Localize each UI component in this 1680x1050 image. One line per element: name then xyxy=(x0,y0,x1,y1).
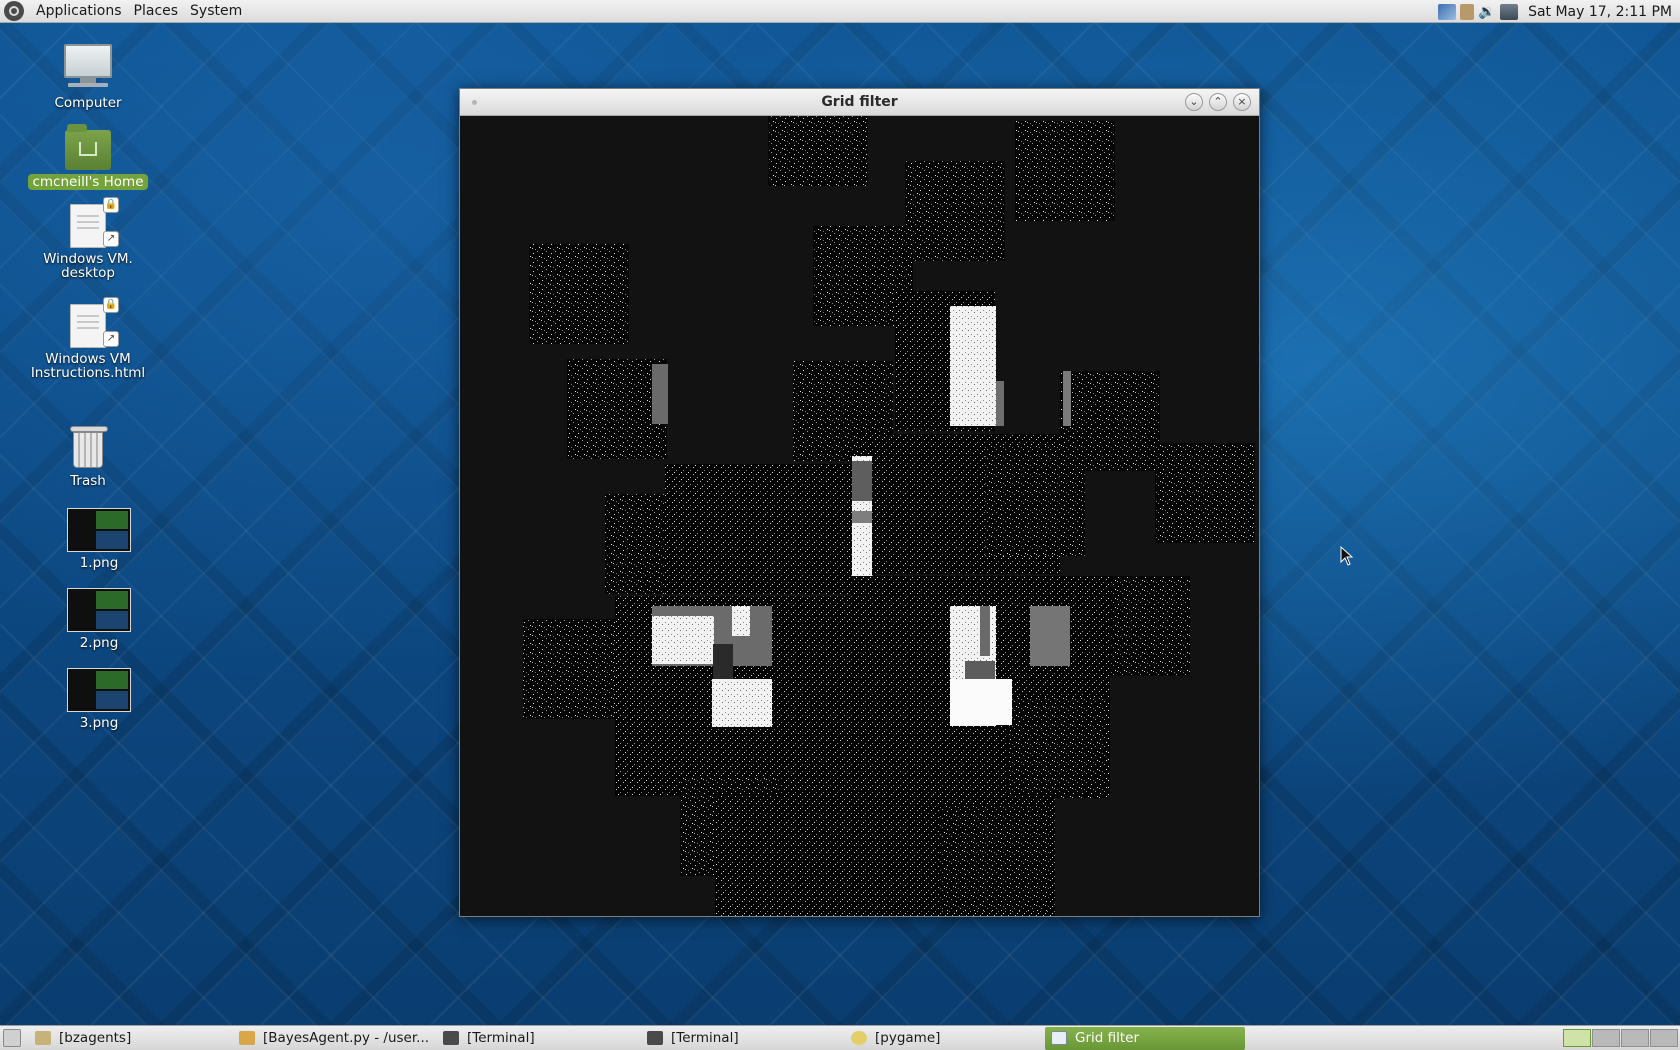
minimize-button[interactable]: ⌄ xyxy=(1185,93,1203,111)
document-icon: 🔒 ↗ xyxy=(70,197,119,248)
image-thumbnail-icon xyxy=(67,668,131,712)
workspace-2[interactable] xyxy=(1592,1029,1620,1047)
taskbar-item-bzagents[interactable]: [bzagents] xyxy=(29,1027,229,1050)
python-icon xyxy=(851,1031,867,1045)
terminal-icon xyxy=(647,1031,663,1045)
clipboard-icon[interactable] xyxy=(1460,3,1475,20)
desktop-icon-trash[interactable]: Trash xyxy=(28,426,148,488)
computer-icon xyxy=(63,44,113,92)
symlink-icon: ↗ xyxy=(103,231,119,247)
grid-visualization xyxy=(523,116,1255,916)
desktop-icon-label-line2: Instructions.html xyxy=(30,365,146,381)
document-icon: 🔒 ↗ xyxy=(70,297,119,348)
home-folder-icon xyxy=(65,124,111,170)
grid-canvas[interactable] xyxy=(460,116,1259,916)
image-thumbnail-icon xyxy=(67,508,131,552)
bottom-panel: [bzagents] [BayesAgent.py - /user... [Te… xyxy=(0,1025,1680,1050)
desktop-icon-home[interactable]: cmcneill's Home xyxy=(28,124,148,190)
taskbar-item-terminal-1[interactable]: [Terminal] xyxy=(437,1027,637,1050)
desktop-icon-label: 1.png xyxy=(79,555,119,571)
workspace-3[interactable] xyxy=(1621,1029,1649,1047)
desktop-icon-label: 3.png xyxy=(79,715,119,731)
menu-applications[interactable]: Applications xyxy=(30,3,128,19)
desktop-icon-computer[interactable]: Computer xyxy=(28,44,148,110)
window-icon xyxy=(1051,1031,1067,1045)
network-wired-icon[interactable] xyxy=(1500,3,1519,20)
taskbar-item-pygame[interactable]: [pygame] xyxy=(845,1027,1041,1050)
show-desktop-icon[interactable] xyxy=(3,1029,21,1047)
clock[interactable]: Sat May 17, 2:11 PM xyxy=(1522,4,1680,20)
taskbar-item-label: [bzagents] xyxy=(59,1030,132,1046)
desktop-icon-label-line1: Windows VM. xyxy=(43,251,133,267)
desktop-icon-2png[interactable]: 2.png xyxy=(39,588,159,650)
top-panel: Applications Places System 🔉 Sat May 17,… xyxy=(0,0,1680,23)
desktop-icon-label-line2: desktop xyxy=(61,265,115,281)
folder-icon xyxy=(35,1031,51,1045)
desktop-icon-windows-vm-instructions[interactable]: 🔒 ↗ Windows VM Instructions.html xyxy=(28,297,148,381)
desktop-icon-label: Computer xyxy=(54,95,122,111)
desktop-icon-label: cmcneill's Home xyxy=(28,174,148,190)
network-manager-icon[interactable] xyxy=(1438,3,1457,20)
grid-filter-window[interactable]: Grid filter ⌄ ⌃ × xyxy=(459,88,1260,917)
mouse-pointer-icon xyxy=(1340,546,1354,566)
desktop-icon-1png[interactable]: 1.png xyxy=(39,508,159,570)
desktop-icon-3png[interactable]: 3.png xyxy=(39,668,159,730)
taskbar-item-label: [BayesAgent.py - /user... xyxy=(263,1030,430,1046)
window-title: Grid filter xyxy=(821,94,898,110)
taskbar-item-label: [Terminal] xyxy=(467,1030,535,1046)
desktop-icon-label: Trash xyxy=(70,473,106,489)
close-button[interactable]: × xyxy=(1233,93,1251,111)
taskbar-item-label: Grid filter xyxy=(1075,1030,1140,1046)
taskbar-item-bayesagent[interactable]: [BayesAgent.py - /user... xyxy=(233,1027,433,1050)
system-tray: 🔉 Sat May 17, 2:11 PM xyxy=(1438,0,1680,23)
desktop-icon-windows-vm-desktop[interactable]: 🔒 ↗ Windows VM. desktop xyxy=(28,197,148,281)
noise-blocks xyxy=(523,116,1255,916)
menu-places[interactable]: Places xyxy=(128,3,185,19)
desktop-icon-label: 2.png xyxy=(79,635,119,651)
menu-system[interactable]: System xyxy=(184,3,248,19)
window-titlebar[interactable]: Grid filter ⌄ ⌃ × xyxy=(460,89,1259,116)
distro-logo-icon[interactable] xyxy=(4,1,24,21)
volume-icon[interactable]: 🔉 xyxy=(1478,4,1496,20)
taskbar-item-terminal-2[interactable]: [Terminal] xyxy=(641,1027,841,1050)
maximize-button[interactable]: ⌃ xyxy=(1209,93,1227,111)
workspace-1[interactable] xyxy=(1563,1029,1591,1047)
trash-icon xyxy=(70,426,108,470)
symlink-icon: ↗ xyxy=(103,331,119,347)
lock-icon: 🔒 xyxy=(103,197,119,213)
workspace-switcher xyxy=(1562,1029,1678,1047)
image-thumbnail-icon xyxy=(67,588,131,632)
lock-icon: 🔒 xyxy=(103,297,119,313)
taskbar-item-label: [Terminal] xyxy=(671,1030,739,1046)
workspace-4[interactable] xyxy=(1650,1029,1678,1047)
desktop-icon-label-line1: Windows VM xyxy=(45,351,131,367)
terminal-icon xyxy=(443,1031,459,1045)
taskbar-item-grid-filter[interactable]: Grid filter xyxy=(1045,1026,1245,1050)
taskbar-item-label: [pygame] xyxy=(875,1030,941,1046)
text-editor-icon xyxy=(239,1031,255,1045)
window-menu-icon[interactable] xyxy=(472,100,477,105)
